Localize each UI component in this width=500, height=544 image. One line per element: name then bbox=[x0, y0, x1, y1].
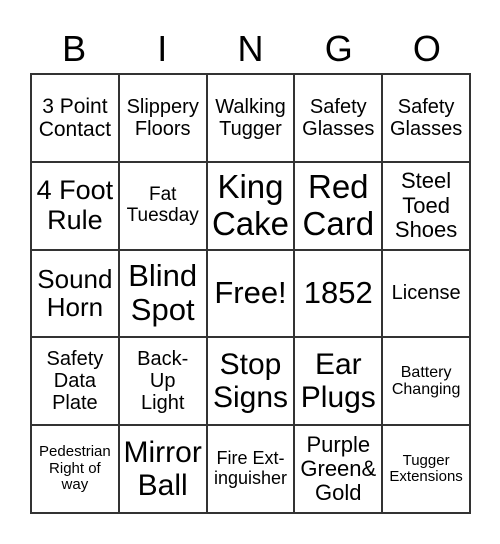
bingo-cell[interactable]: Battery Changing bbox=[382, 337, 470, 426]
bingo-cell[interactable]: Ear Plugs bbox=[294, 337, 383, 426]
header-letter: N bbox=[237, 28, 264, 69]
bingo-cell[interactable]: 1852 bbox=[294, 249, 383, 338]
bingo-cell[interactable]: Pedestrian Right of way bbox=[31, 425, 119, 513]
bingo-cell[interactable]: Tugger Extensions bbox=[382, 425, 470, 513]
bingo-header: B I N G O bbox=[30, 26, 471, 72]
bingo-cell[interactable]: Steel Toed Shoes bbox=[382, 161, 470, 250]
bingo-cell[interactable]: Red Card bbox=[294, 161, 383, 250]
bingo-cell[interactable]: Purple Green& Gold bbox=[294, 425, 383, 513]
bingo-cell[interactable]: Back- Up Light bbox=[118, 337, 207, 426]
bingo-grid: 3 Point Contact Slippery Floors Walking Tu… bbox=[30, 73, 471, 514]
bingo-cell[interactable]: Mirror Ball bbox=[118, 425, 207, 513]
bingo-cell[interactable]: Walking Tugger bbox=[206, 74, 295, 162]
header-letter: B bbox=[62, 28, 87, 69]
bingo-cell[interactable]: Fat Tuesday bbox=[118, 161, 207, 250]
bingo-cell[interactable]: 4 Foot Rule bbox=[31, 161, 119, 250]
bingo-cell[interactable]: King Cake bbox=[206, 161, 295, 250]
bingo-cell[interactable]: Stop Signs bbox=[206, 337, 295, 426]
header-letter: I bbox=[157, 28, 168, 69]
bingo-cell[interactable]: Sound Horn bbox=[31, 249, 119, 338]
bingo-cell[interactable]: Safety Glasses bbox=[382, 74, 470, 162]
bingo-cell[interactable]: 3 Point Contact bbox=[31, 74, 119, 162]
bingo-cell[interactable]: Blind Spot bbox=[118, 249, 207, 338]
bingo-cell[interactable]: Slippery Floors bbox=[118, 74, 207, 162]
header-letter: G bbox=[324, 28, 353, 69]
bingo-cell[interactable]: Fire Ext- inguisher bbox=[206, 425, 295, 513]
bingo-cell[interactable]: License bbox=[382, 249, 470, 338]
bingo-cell[interactable]: Free! bbox=[206, 249, 295, 338]
bingo-cell[interactable]: Safety Data Plate bbox=[31, 337, 119, 426]
bingo-cell[interactable]: Safety Glasses bbox=[294, 74, 383, 162]
header-letter: O bbox=[412, 28, 441, 69]
